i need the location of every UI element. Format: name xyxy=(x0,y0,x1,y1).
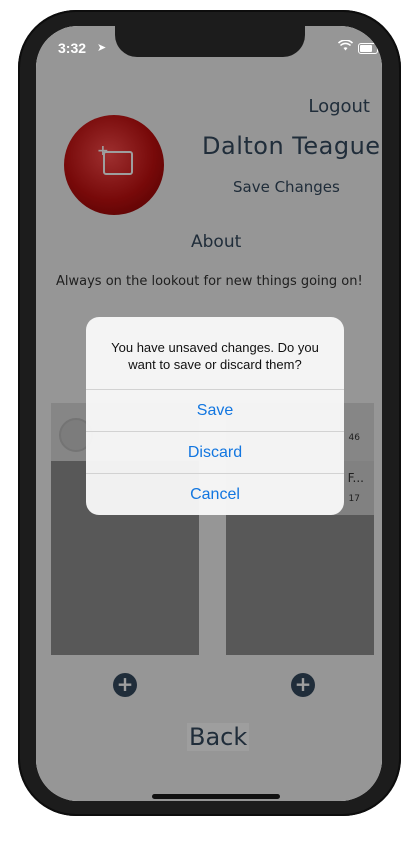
alert-cancel-button[interactable]: Cancel xyxy=(86,473,344,515)
location-arrow-icon: ➤ xyxy=(97,42,107,54)
alert-message: You have unsaved changes. Do you want to… xyxy=(111,340,319,372)
unsaved-changes-alert: You have unsaved changes. Do you want to… xyxy=(86,317,344,515)
home-indicator xyxy=(152,794,280,799)
wifi-icon xyxy=(337,39,354,54)
status-time: 3:32 xyxy=(58,40,87,56)
alert-discard-button[interactable]: Discard xyxy=(86,431,344,474)
notch xyxy=(115,26,305,57)
battery-icon xyxy=(358,43,378,54)
alert-save-button[interactable]: Save xyxy=(86,389,344,432)
screen: 3:32 ➤ Logout Dalton Teague Save Changes… xyxy=(36,26,382,801)
